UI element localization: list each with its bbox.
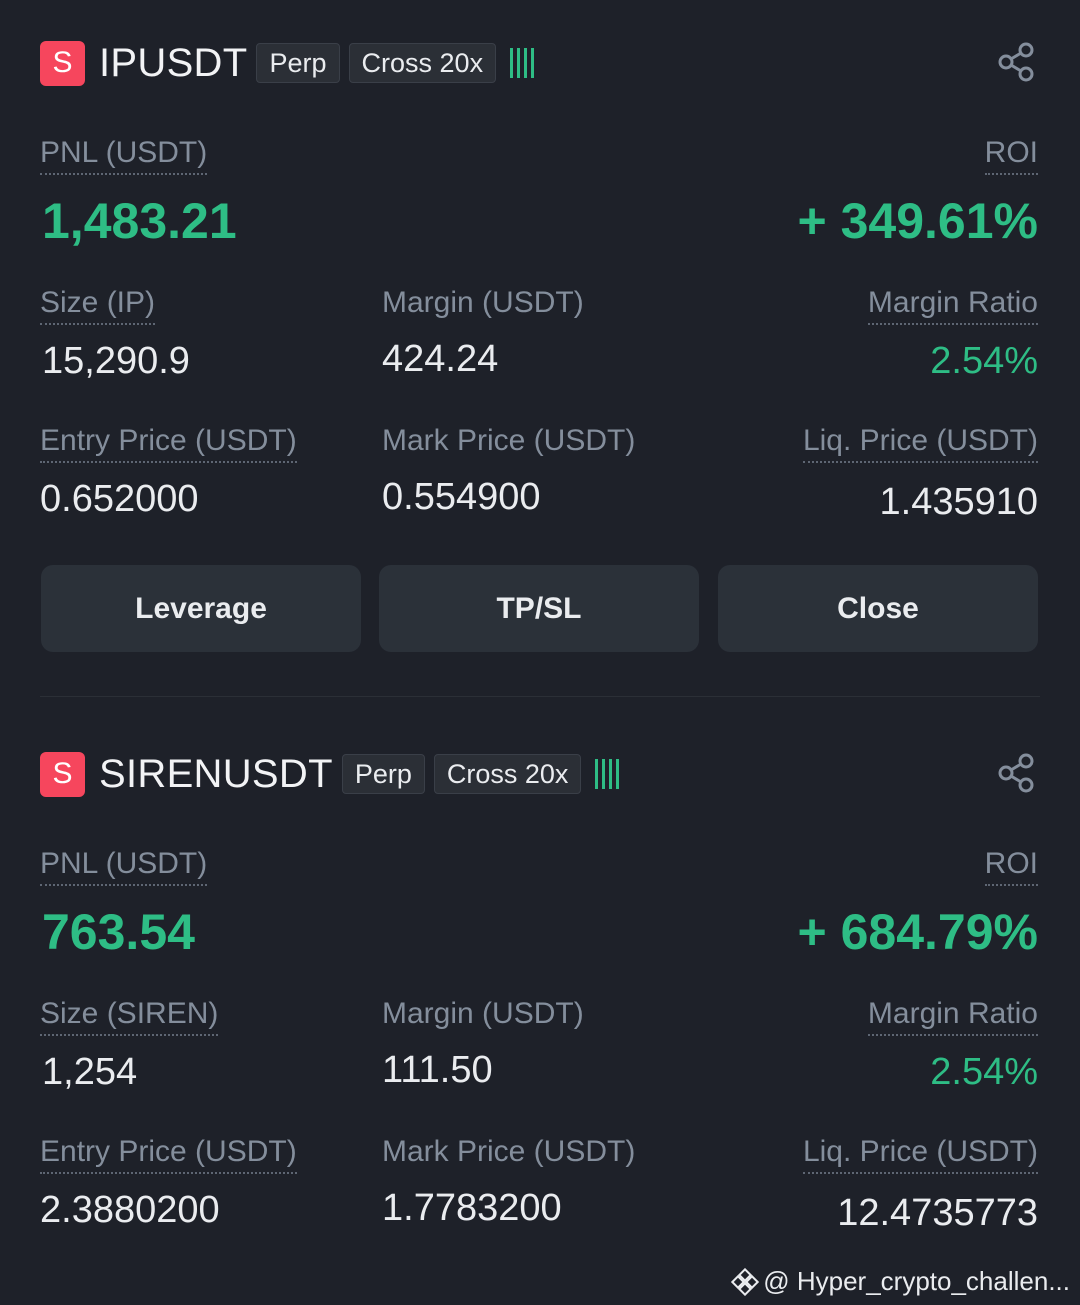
pnl-label[interactable]: PNL (USDT) bbox=[40, 134, 208, 175]
liq-price-value: 1.435910 bbox=[879, 481, 1039, 523]
roi-value: + 684.79% bbox=[797, 904, 1038, 960]
margin-label: Margin (USDT) bbox=[382, 286, 584, 319]
margin-ratio-value: 2.54% bbox=[930, 1051, 1038, 1093]
mark-price-value: 0.554900 bbox=[382, 476, 541, 518]
side-badge: S bbox=[40, 751, 85, 797]
share-icon[interactable] bbox=[998, 42, 1036, 82]
margin-value: 111.50 bbox=[382, 1049, 493, 1091]
margin-mode-tag[interactable]: Cross 20x bbox=[348, 43, 497, 83]
roi-value: + 349.61% bbox=[797, 193, 1038, 249]
tpsl-button[interactable]: TP/SL bbox=[379, 565, 699, 652]
contract-type-tag: Perp bbox=[341, 754, 425, 794]
position-symbol[interactable]: IPUSDT bbox=[99, 41, 247, 86]
margin-ratio-value: 2.54% bbox=[930, 340, 1038, 382]
margin-ratio-label[interactable]: Margin Ratio bbox=[867, 995, 1038, 1036]
size-label[interactable]: Size (IP) bbox=[40, 284, 156, 325]
position-header: S IPUSDT Perp Cross 20x bbox=[40, 40, 535, 86]
watermark-text: @ Hyper_crypto_challen... bbox=[763, 1266, 1070, 1296]
close-button[interactable]: Close bbox=[718, 565, 1038, 652]
liq-price-label[interactable]: Liq. Price (USDT) bbox=[802, 1133, 1038, 1174]
side-badge: S bbox=[40, 40, 85, 86]
pnl-label[interactable]: PNL (USDT) bbox=[40, 845, 208, 886]
mark-price-label: Mark Price (USDT) bbox=[382, 424, 636, 457]
margin-ratio-label[interactable]: Margin Ratio bbox=[867, 284, 1038, 325]
position-symbol[interactable]: SIRENUSDT bbox=[99, 752, 333, 797]
entry-price-value: 2.3880200 bbox=[40, 1189, 220, 1231]
pnl-value: 763.54 bbox=[42, 904, 195, 960]
liq-price-value: 12.4735773 bbox=[837, 1192, 1038, 1234]
watermark: @ Hyper_crypto_challen... bbox=[731, 1266, 1070, 1297]
signal-bars-icon bbox=[510, 48, 535, 78]
mark-price-label: Mark Price (USDT) bbox=[382, 1135, 636, 1168]
binance-logo-icon bbox=[731, 1267, 760, 1296]
roi-label[interactable]: ROI bbox=[984, 845, 1038, 886]
entry-price-value: 0.652000 bbox=[40, 478, 199, 520]
divider bbox=[40, 696, 1040, 697]
contract-type-tag: Perp bbox=[256, 43, 340, 83]
size-value: 15,290.9 bbox=[42, 340, 190, 382]
margin-mode-tag[interactable]: Cross 20x bbox=[433, 754, 582, 794]
entry-price-label[interactable]: Entry Price (USDT) bbox=[40, 422, 297, 463]
margin-value: 424.24 bbox=[382, 338, 499, 380]
entry-price-label[interactable]: Entry Price (USDT) bbox=[40, 1133, 297, 1174]
position-header: S SIRENUSDT Perp Cross 20x bbox=[40, 751, 620, 797]
margin-label: Margin (USDT) bbox=[382, 997, 584, 1030]
pnl-value: 1,483.21 bbox=[42, 193, 237, 249]
roi-label[interactable]: ROI bbox=[984, 134, 1038, 175]
size-value: 1,254 bbox=[42, 1051, 138, 1093]
size-label[interactable]: Size (SIREN) bbox=[40, 995, 219, 1036]
signal-bars-icon bbox=[595, 759, 620, 789]
liq-price-label[interactable]: Liq. Price (USDT) bbox=[802, 422, 1038, 463]
mark-price-value: 1.7783200 bbox=[382, 1187, 562, 1229]
leverage-button[interactable]: Leverage bbox=[41, 565, 361, 652]
share-icon[interactable] bbox=[998, 753, 1036, 793]
